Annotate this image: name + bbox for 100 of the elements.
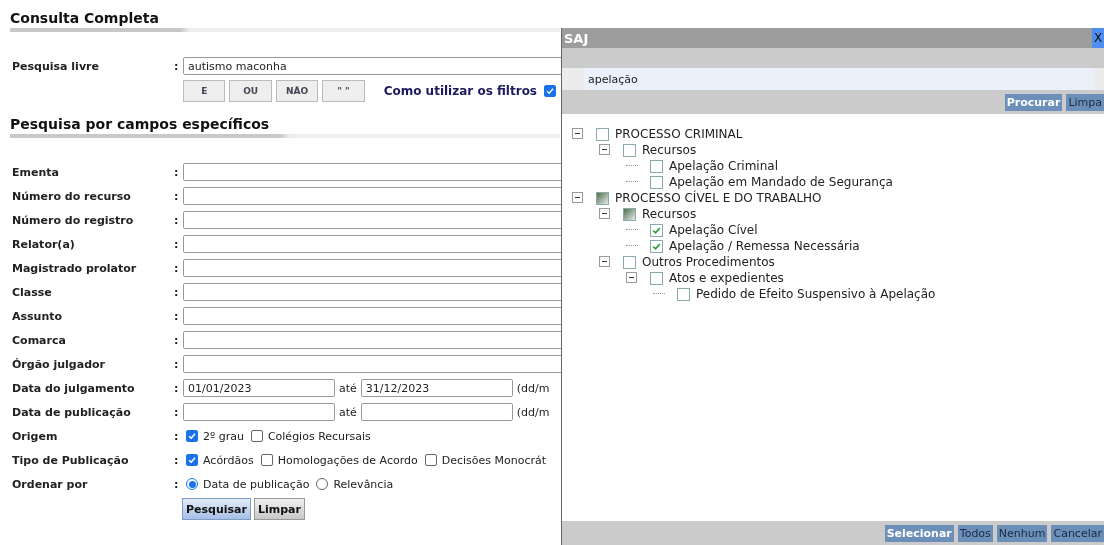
form-button[interactable]: Pesquisar (182, 498, 251, 520)
colon: : (174, 381, 180, 395)
colon: : (174, 213, 180, 227)
dialog-button[interactable]: Todos (957, 524, 993, 542)
tree-checkbox[interactable] (596, 191, 609, 205)
checkbox[interactable] (544, 85, 556, 97)
operator-button[interactable]: OU (229, 80, 272, 102)
tree-checkbox[interactable] (650, 159, 663, 173)
range-label: até (339, 405, 357, 419)
collapse-toggle-icon[interactable] (572, 128, 584, 140)
search-field[interactable]: apelação (584, 68, 1094, 90)
input-field[interactable] (183, 307, 561, 325)
option-label: 2º grau (203, 429, 244, 443)
field-label: Data de publicação (11, 405, 132, 419)
tree-connector (626, 229, 638, 231)
tree-item[interactable]: Apelação Criminal (669, 159, 778, 173)
range-label: até (339, 381, 357, 395)
input-field[interactable] (183, 163, 561, 181)
field-label: Número do registro (11, 213, 135, 227)
checkbox[interactable] (186, 454, 198, 466)
operator-button[interactable]: E (183, 80, 226, 102)
tree-checkbox[interactable] (677, 287, 690, 301)
tree-connector (626, 181, 638, 183)
option-label: Colégios Recursais (267, 429, 371, 443)
colon: : (174, 405, 180, 419)
tree-checkbox[interactable] (650, 223, 663, 237)
checkbox[interactable] (250, 430, 263, 442)
option-label: Decisões Monocrát (441, 453, 547, 467)
dialog-button[interactable]: Limpa (1066, 93, 1104, 111)
colon: : (174, 333, 180, 347)
date-field[interactable] (183, 403, 335, 421)
colon: : (174, 309, 180, 323)
tree-checkbox[interactable] (623, 207, 636, 221)
tree-checkbox[interactable] (650, 175, 663, 189)
input-field[interactable] (183, 259, 561, 277)
tree-item[interactable]: Outros Procedimentos (642, 255, 775, 269)
input-field[interactable] (183, 331, 561, 349)
date-field[interactable] (360, 403, 513, 421)
checkbox[interactable] (260, 454, 273, 466)
colon: : (174, 165, 180, 179)
field-label: Assunto (11, 309, 64, 323)
tree-checkbox[interactable] (596, 127, 609, 141)
dialog-button[interactable]: Nenhum (996, 524, 1048, 542)
tree-item[interactable]: Recursos (642, 143, 697, 157)
date-field[interactable]: 01/01/2023 (183, 379, 335, 397)
option-label: Relevância (333, 477, 394, 491)
tree-item[interactable]: Atos e expedientes (669, 271, 784, 285)
section-title: Pesquisa por campos específicos (9, 116, 271, 132)
operator-button[interactable]: " " (322, 80, 365, 102)
field-label: Tipo de Publicação (11, 453, 130, 467)
tree-item[interactable]: Apelação em Mandado de Segurança (669, 175, 893, 189)
input-field[interactable] (183, 211, 561, 229)
tree-item[interactable]: Recursos (642, 207, 697, 221)
help-link[interactable]: Como utilizar os filtros (383, 84, 537, 98)
checkbox[interactable] (424, 454, 437, 466)
tree-item[interactable]: Pedido de Efeito Suspensivo à Apelação (696, 287, 936, 301)
input-field[interactable]: autismo maconha (183, 57, 561, 75)
option-label: Acórdãos (203, 453, 254, 467)
input-field[interactable] (183, 283, 561, 301)
colon: : (174, 189, 180, 203)
collapse-toggle-icon[interactable] (572, 192, 584, 204)
collapse-toggle-icon[interactable] (599, 256, 611, 268)
collapse-toggle-icon[interactable] (626, 272, 638, 284)
field-label: Número do recurso (11, 189, 132, 203)
field-label: Ordenar por (11, 477, 89, 491)
tree-connector (653, 293, 665, 295)
colon: : (174, 261, 180, 275)
collapse-toggle-icon[interactable] (599, 208, 611, 220)
dialog-title: SAJ (563, 30, 589, 46)
checkbox[interactable] (186, 430, 198, 442)
operator-button[interactable]: NÃO (275, 80, 319, 102)
collapse-toggle-icon[interactable] (599, 144, 611, 156)
colon: : (174, 477, 180, 491)
tree-item[interactable]: PROCESSO CRIMINAL (615, 127, 743, 141)
tree-connector (626, 245, 638, 247)
colon: : (174, 357, 180, 371)
colon: : (174, 237, 180, 251)
close-button[interactable]: X (1092, 28, 1104, 48)
tree-checkbox[interactable] (623, 255, 636, 269)
colon: : (174, 285, 180, 299)
field-label: Magistrado prolator (11, 261, 138, 275)
input-field[interactable] (183, 235, 561, 253)
option-label: Data de publicação (203, 477, 310, 491)
field-label: Órgão julgador (11, 357, 106, 371)
input-field[interactable] (183, 355, 561, 373)
tree-connector (626, 165, 638, 167)
tree-item[interactable]: PROCESSO CÍVEL E DO TRABALHO (615, 191, 822, 205)
option-label: Homologações de Acordo (277, 453, 418, 467)
input-field[interactable] (183, 187, 561, 205)
colon: : (174, 453, 180, 467)
tree-checkbox[interactable] (650, 239, 663, 253)
tree-checkbox[interactable] (623, 143, 636, 157)
tree-checkbox[interactable] (650, 271, 663, 285)
tree-item[interactable]: Apelação Cível (669, 223, 758, 237)
tree-item[interactable]: Apelação / Remessa Necessária (669, 239, 860, 253)
dialog-button[interactable]: Cancelar (1051, 524, 1104, 542)
field-label: Ementa (11, 165, 60, 179)
field-label: Comarca (11, 333, 67, 347)
form-button[interactable]: Limpar (253, 498, 305, 520)
date-field[interactable]: 31/12/2023 (360, 379, 513, 397)
